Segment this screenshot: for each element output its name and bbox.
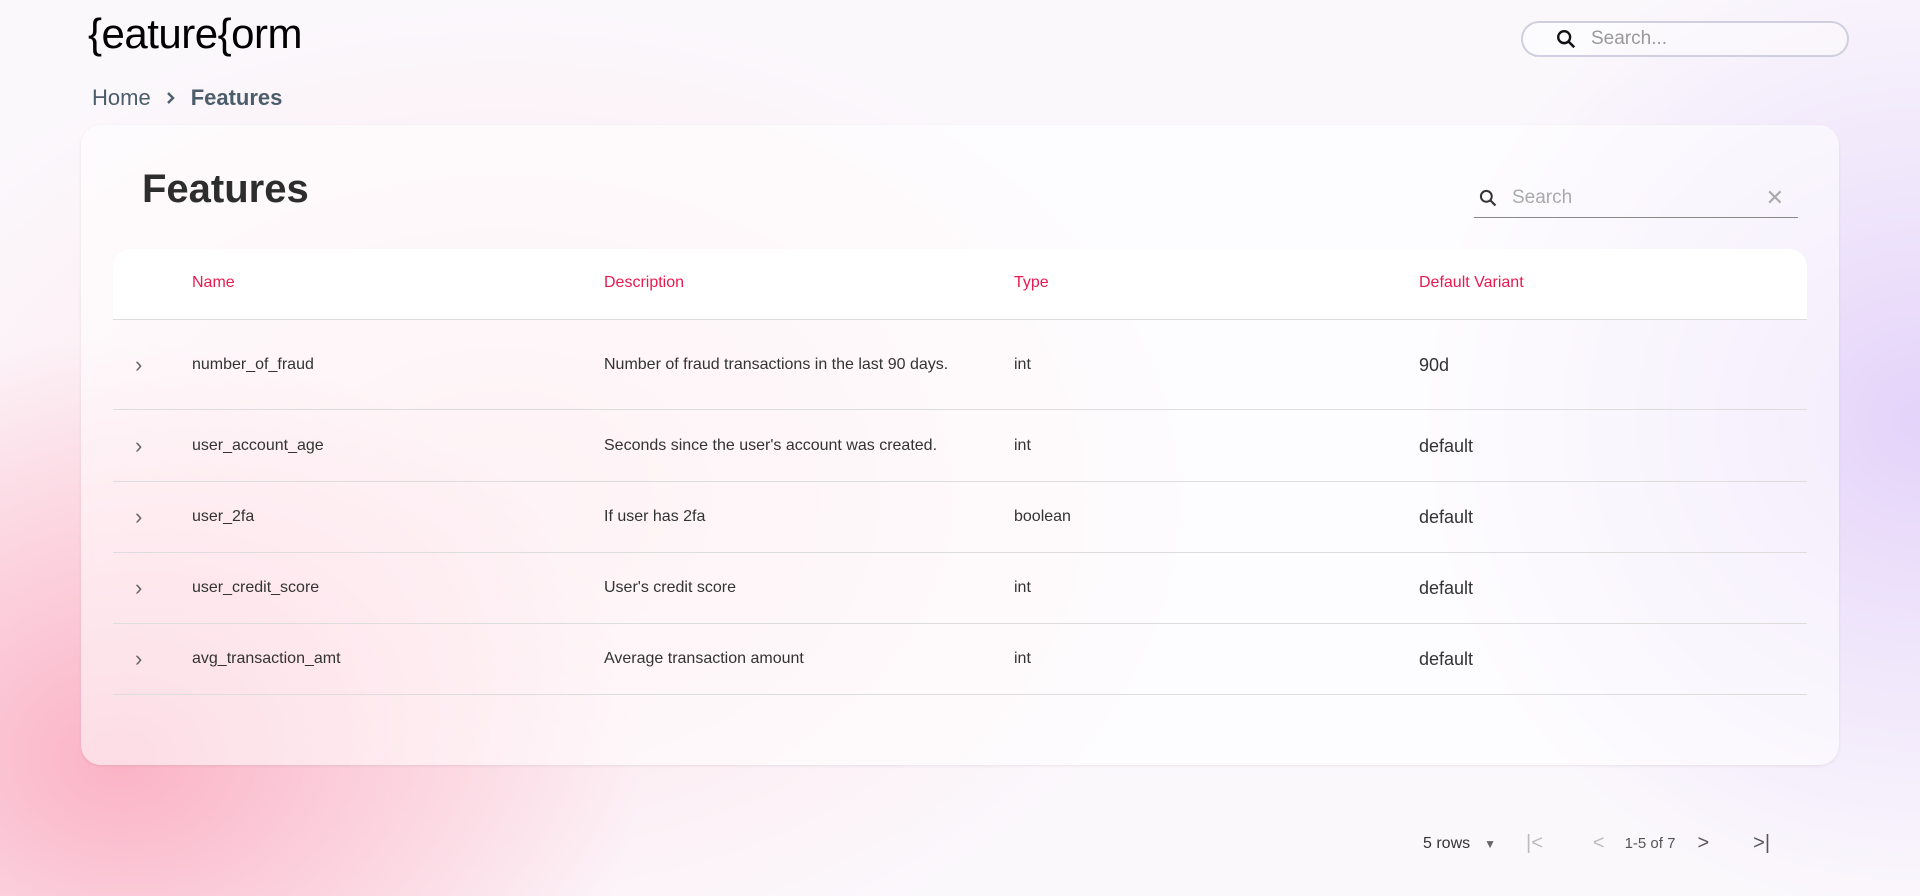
feature-description: Number of fraud transactions in the last… [604, 355, 949, 373]
feature-default-variant[interactable]: default [1419, 505, 1473, 529]
expand-row-icon[interactable]: › [135, 352, 142, 378]
feature-description: Seconds since the user's account was cre… [604, 436, 938, 454]
search-icon [1557, 30, 1576, 49]
previous-page-button[interactable]: < [1593, 832, 1605, 855]
global-search[interactable] [1521, 21, 1849, 57]
search-icon [1479, 189, 1497, 206]
breadcrumb-current: Features [190, 85, 283, 110]
feature-type: int [1014, 436, 1031, 454]
feature-name[interactable]: avg_transaction_amt [192, 647, 341, 671]
column-header-description[interactable]: Description [604, 274, 994, 292]
feature-description: Average transaction amount [604, 650, 804, 667]
feature-type: boolean [1014, 508, 1071, 525]
breadcrumb: Home Features [92, 85, 282, 111]
feature-default-variant[interactable]: 90d [1419, 353, 1449, 377]
featureform-logo[interactable]: {eature{orm [88, 10, 302, 58]
rows-per-page-select[interactable]: 5 rows [1423, 835, 1470, 853]
first-page-button[interactable]: |< [1526, 832, 1543, 855]
expand-row-icon[interactable]: › [135, 575, 142, 601]
table-header: Name Description Type Default Variant [113, 249, 1807, 320]
table-row[interactable]: › user_2fa If user has 2fa boolean defau… [113, 482, 1807, 553]
next-page-button[interactable]: > [1697, 832, 1709, 855]
feature-name[interactable]: user_credit_score [192, 576, 319, 600]
caret-down-icon[interactable]: ▼ [1484, 837, 1496, 851]
global-search-input[interactable] [1591, 28, 1836, 50]
table-search[interactable]: ✕ [1474, 178, 1798, 218]
feature-name[interactable]: number_of_fraud [192, 353, 314, 377]
expand-row-icon[interactable]: › [135, 646, 142, 672]
clear-icon[interactable]: ✕ [1766, 185, 1784, 211]
feature-name[interactable]: user_account_age [192, 434, 324, 458]
page-title: Features [142, 167, 309, 211]
page-range: 1-5 of 7 [1624, 835, 1676, 852]
expand-row-icon[interactable]: › [135, 504, 142, 530]
pagination: 5 rows ▼ |< < 1-5 of 7 > >| [1423, 832, 1770, 855]
feature-type: int [1014, 355, 1031, 373]
table-row[interactable]: › number_of_fraud Number of fraud transa… [113, 320, 1807, 410]
expand-row-icon[interactable]: › [135, 433, 142, 459]
features-card: Features ✕ Name Description Type Default… [81, 125, 1839, 854]
feature-default-variant[interactable]: default [1419, 434, 1473, 458]
features-table: Name Description Type Default Variant › … [113, 249, 1807, 854]
feature-type: int [1014, 579, 1031, 596]
column-header-name[interactable]: Name [192, 274, 235, 292]
feature-type: int [1014, 650, 1031, 667]
table-row[interactable]: › user_credit_score User's credit score … [113, 553, 1807, 624]
last-page-button[interactable]: >| [1753, 832, 1770, 855]
column-header-type[interactable]: Type [1014, 274, 1049, 292]
feature-description: User's credit score [604, 579, 736, 596]
feature-default-variant[interactable]: default [1419, 576, 1473, 600]
chevron-right-icon [166, 92, 175, 104]
feature-default-variant[interactable]: default [1419, 647, 1473, 671]
table-search-input[interactable] [1512, 186, 1752, 209]
feature-description: If user has 2fa [604, 508, 706, 525]
feature-name[interactable]: user_2fa [192, 505, 254, 529]
breadcrumb-home[interactable]: Home [92, 85, 151, 111]
table-row[interactable]: › user_account_age Seconds since the use… [113, 410, 1807, 482]
table-row[interactable]: › avg_transaction_amt Average transactio… [113, 624, 1807, 695]
column-header-default-variant[interactable]: Default Variant [1419, 274, 1524, 292]
